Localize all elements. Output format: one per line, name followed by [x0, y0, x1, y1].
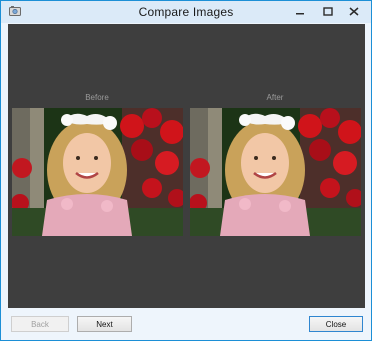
- before-label: Before: [85, 93, 109, 102]
- close-icon[interactable]: [343, 3, 365, 20]
- after-image: [190, 108, 361, 236]
- before-image: [12, 108, 183, 236]
- comparison-panel: Before After: [8, 24, 365, 308]
- back-button[interactable]: Back: [11, 316, 69, 332]
- maximize-icon[interactable]: [317, 3, 339, 20]
- minimize-icon[interactable]: [289, 3, 311, 20]
- close-button[interactable]: Close: [309, 316, 363, 332]
- button-bar: Back Next Close: [1, 309, 371, 340]
- compare-images-window: Compare Images Before After Back Next Cl…: [0, 0, 372, 341]
- title-bar[interactable]: Compare Images: [1, 1, 371, 23]
- window-title: Compare Images: [138, 5, 234, 19]
- after-label: After: [266, 93, 284, 102]
- next-button[interactable]: Next: [77, 316, 132, 332]
